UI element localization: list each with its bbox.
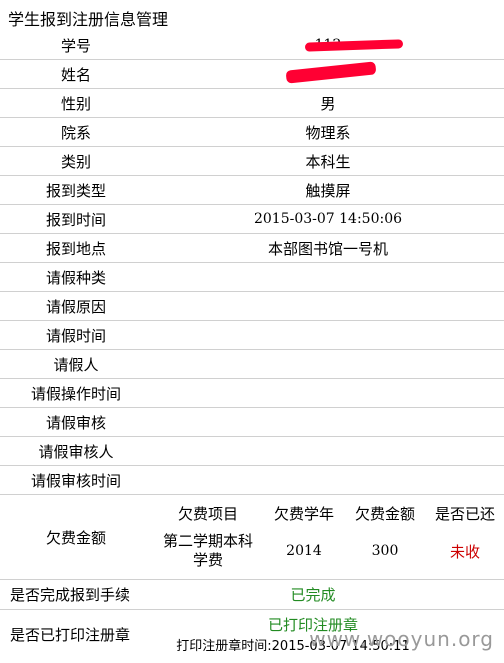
row-label: 请假时间 [0,320,152,350]
category-value: 本科生 [152,146,504,176]
fee-year: 2014 [286,543,322,559]
row-label: 请假审核 [0,407,152,437]
row-label: 请假种类 [0,262,152,292]
row-label: 请假操作时间 [0,378,152,408]
fee-data-row: 第二学期本科学费 2014 300 未收 [152,532,504,578]
fee-header-item: 欠费项目 [177,505,238,523]
row-label: 请假人 [0,349,152,379]
department-value: 物理系 [152,117,504,147]
table-row: 报到时间 2015-03-07 14:50:06 [0,204,504,234]
fee-header-status: 是否已还 [434,505,495,523]
table-row: 请假种类 [0,262,504,292]
table-row: 请假审核 [0,407,504,437]
row-label: 请假原因 [0,291,152,321]
row-label: 姓名 [0,59,152,89]
row-label: 报到时间 [0,204,152,234]
row-label: 类别 [0,146,152,176]
leave-type-value [152,262,504,292]
leave-reason-value [152,291,504,321]
table-row: 请假时间 [0,320,504,350]
row-label: 院系 [0,117,152,147]
fee-cell: 欠费项目 欠费学年 欠费金额 是否已还 第二学期本科学费 2014 300 未收 [152,494,504,580]
table-row: 性别男 [0,88,504,118]
fee-item: 第二学期本科学费 [162,532,253,569]
fee-row: 欠费金额 欠费项目 欠费学年 欠费金额 是否已还 第二学期本科学费 2014 3… [0,494,504,580]
table-row: 请假操作时间 [0,378,504,408]
fee-header-amount: 欠费金额 [354,505,415,523]
fee-label: 欠费金额 [0,494,152,580]
page-title: 学生报到注册信息管理 [8,10,169,29]
fee-status-badge: 未收 [449,542,480,561]
register-location-value: 本部图书馆一号机 [152,233,504,263]
table-row: 姓名 [0,59,504,89]
watermark: www.wooyun.org [309,627,494,651]
table-row: 类别 本科生 [0,146,504,176]
leave-review-time-value [152,465,504,495]
row-label: 请假审核人 [0,436,152,466]
leave-time-value [152,320,504,350]
table-row: 请假原因 [0,291,504,321]
register-type-value: 触摸屏 [152,175,504,205]
row-label: 报到类型 [0,175,152,205]
leave-reviewer-value [152,436,504,466]
table-row: 学号112 [0,31,504,60]
row-label: 性别 [0,88,152,118]
leave-person-value [152,349,504,379]
row-label: 报到地点 [0,233,152,263]
fee-header-year: 欠费学年 [273,505,334,523]
row-label: 请假审核时间 [0,465,152,495]
table-row: 报到地点 本部图书馆一号机 [0,233,504,263]
student-info-table: 学号112 姓名 性别男 院系物理系 类别本科生 报到类型触摸屏 报到时间201… [0,31,504,658]
leave-op-time-value [152,378,504,408]
gender-value: 男 [152,88,504,118]
completion-status: 已完成 [152,579,504,610]
table-row: 请假审核人 [0,436,504,466]
register-time-value: 2015-03-07 14:50:06 [152,204,504,234]
fee-table: 欠费项目 欠费学年 欠费金额 是否已还 第二学期本科学费 2014 300 未收 [152,496,504,578]
row-label: 学号 [0,31,152,60]
completion-label: 是否完成报到手续 [0,579,152,610]
completion-row: 是否完成报到手续 已完成 [0,579,504,610]
table-row: 请假人 [0,349,504,379]
table-row: 院系 物理系 [0,117,504,147]
table-row: 报到类型 触摸屏 [0,175,504,205]
fee-amount: 300 [371,543,399,559]
fee-header-row: 欠费项目 欠费学年 欠费金额 是否已还 [152,496,504,532]
table-row: 请假审核时间 [0,465,504,495]
leave-review-value [152,407,504,437]
